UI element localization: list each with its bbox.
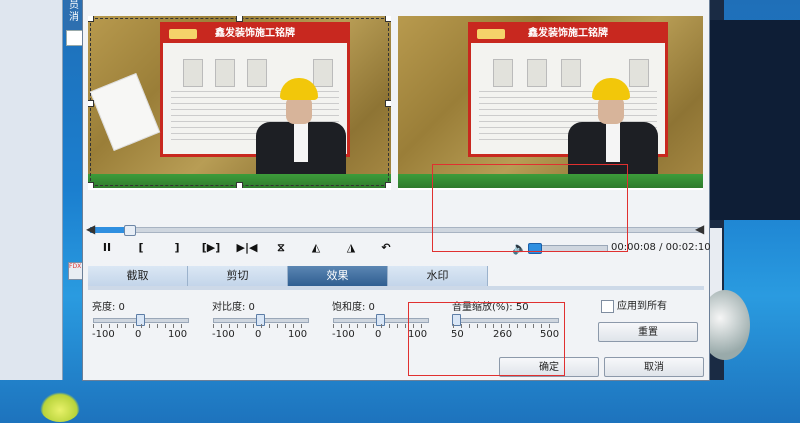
crop-handle[interactable]: [385, 182, 391, 188]
range-end-marker-icon[interactable]: ◀: [695, 223, 704, 235]
tab-capture[interactable]: 截取: [88, 266, 188, 286]
saturation-ticks: [333, 324, 427, 328]
background-app-panel: [0, 0, 63, 380]
cancel-button[interactable]: 取消: [604, 357, 704, 377]
range-start-marker-icon[interactable]: ◀: [86, 223, 95, 235]
edit-tabs: 截取 剪切 效果 水印: [88, 266, 488, 286]
crop-handle[interactable]: [88, 182, 94, 188]
photo-slot: [493, 59, 513, 87]
brightness-label: 亮度: 0: [92, 302, 125, 313]
tick-label: 100: [288, 329, 308, 340]
tick-label: 0: [135, 329, 142, 340]
tick-label: 50: [451, 329, 464, 340]
next-frame-button[interactable]: ▶|◀: [236, 240, 258, 256]
crop-handle[interactable]: [236, 182, 243, 188]
brand-logo: [169, 29, 197, 39]
floor: [398, 174, 703, 188]
source-video-frame[interactable]: 鑫发装饰施工铭牌: [88, 16, 391, 188]
undo-icon[interactable]: ↶: [375, 240, 397, 256]
play-range-button[interactable]: [▶]: [200, 240, 222, 256]
background-window-panel: [708, 20, 800, 220]
tick-label: 500: [540, 329, 560, 340]
presenter: [256, 78, 346, 188]
time-display: 00:00:08 / 00:02:10: [611, 242, 711, 253]
source-preview[interactable]: 鑫发装饰施工铭牌: [88, 16, 391, 190]
saturation-label: 饱和度: 0: [332, 302, 375, 313]
tick-label: 100: [408, 329, 428, 340]
contrast-label: 对比度: 0: [212, 302, 255, 313]
photo-slot: [527, 59, 547, 87]
ok-button[interactable]: 确定: [499, 357, 599, 377]
tick-label: 100: [168, 329, 188, 340]
seek-bar[interactable]: [90, 227, 702, 233]
tick-label: 0: [375, 329, 382, 340]
output-preview: 鑫发装饰施工铭牌: [398, 16, 703, 190]
photo-slot: [215, 59, 235, 87]
tab-watermark[interactable]: 水印: [388, 266, 488, 286]
background-window-sidebar: [708, 228, 722, 298]
tab-effects[interactable]: 效果: [288, 266, 388, 286]
rotate-right-icon[interactable]: ◮: [340, 240, 362, 256]
volume-zoom-label: 音量缩放(%): 50: [452, 302, 529, 313]
contrast-ticks: [213, 324, 307, 328]
speaker-icon[interactable]: 🔈: [512, 242, 527, 254]
flip-icon[interactable]: ⧖: [270, 240, 292, 256]
apply-all-checkbox[interactable]: [601, 300, 614, 313]
sign-title: 鑫发装饰施工铭牌: [528, 28, 608, 39]
pause-button[interactable]: II: [96, 240, 118, 256]
mark-out-button[interactable]: ]: [166, 240, 188, 256]
volume-zoom-ticks: [453, 324, 557, 328]
brightness-ticks: [93, 324, 187, 328]
crop-handle[interactable]: [385, 16, 391, 22]
crop-handle[interactable]: [88, 100, 94, 107]
tick-label: 0: [255, 329, 262, 340]
photo-slot: [183, 59, 203, 87]
paper-sheet: [89, 72, 161, 152]
background-app-tab[interactable]: 员 消: [64, 0, 84, 34]
brand-logo: [477, 29, 505, 39]
volume-zoom-slider[interactable]: [453, 318, 559, 323]
presenter: [568, 78, 658, 188]
volume-handle[interactable]: [528, 243, 542, 254]
tab-cut[interactable]: 剪切: [188, 266, 288, 286]
mark-in-button[interactable]: [: [130, 240, 152, 256]
tick-label: -100: [212, 329, 235, 340]
crop-handle[interactable]: [236, 16, 243, 22]
crop-handle[interactable]: [88, 16, 94, 22]
rotate-left-icon[interactable]: ◭: [305, 240, 327, 256]
tick-label: 260: [493, 329, 513, 340]
seek-handle[interactable]: [124, 225, 136, 236]
crop-handle[interactable]: [385, 100, 391, 107]
reset-button[interactable]: 重置: [598, 322, 698, 342]
tick-label: -100: [332, 329, 355, 340]
desktop-decoration: [40, 392, 80, 422]
sign-title: 鑫发装饰施工铭牌: [215, 28, 295, 39]
output-video-frame: 鑫发装饰施工铭牌: [398, 16, 703, 188]
apply-all-label: 应用到所有: [617, 301, 667, 312]
tick-label: -100: [92, 329, 115, 340]
tab-underline: [88, 286, 704, 290]
